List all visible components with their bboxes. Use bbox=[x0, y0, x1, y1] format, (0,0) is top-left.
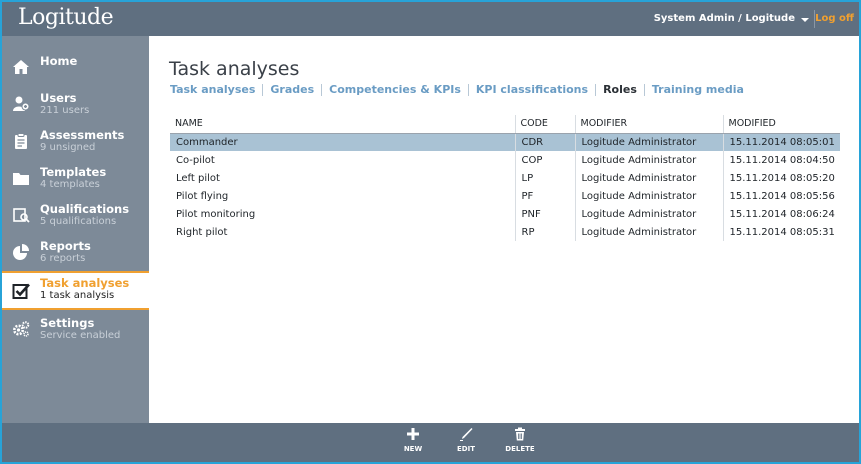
trash-icon bbox=[515, 427, 525, 441]
cell-name: Co-pilot bbox=[176, 154, 215, 166]
cell-name: Pilot flying bbox=[176, 190, 229, 202]
delete-button-label: DELETE bbox=[505, 445, 535, 453]
sidebar-item-count: 5 qualifications bbox=[40, 216, 117, 227]
cell-code: RP bbox=[514, 223, 575, 241]
sidebar-item-qualifications[interactable]: Qualifications 5 qualifications bbox=[2, 198, 149, 235]
tab-training-media[interactable]: Training media bbox=[652, 83, 744, 96]
cell-code: CDR bbox=[514, 133, 575, 151]
tab-competencies-kpis[interactable]: Competencies & KPIs bbox=[329, 83, 461, 96]
cell-modifier: Logitude Administrator bbox=[574, 205, 723, 223]
plus-icon bbox=[407, 428, 419, 440]
tab-grades[interactable]: Grades bbox=[270, 83, 314, 96]
cell-code: LP bbox=[514, 169, 575, 187]
table-header-row: NAME CODE MODIFIER MODIFIED bbox=[170, 115, 840, 134]
clipboard-icon bbox=[15, 133, 27, 149]
sidebar-item-assessments[interactable]: Assessments 9 unsigned bbox=[2, 124, 149, 161]
sidebar-item-label: Home bbox=[40, 54, 78, 68]
table-row[interactable]: Commander CDR Logitude Administrator 15.… bbox=[170, 133, 840, 151]
cell-modifier: Logitude Administrator bbox=[574, 187, 723, 205]
home-icon bbox=[13, 60, 29, 74]
tab-divider bbox=[321, 83, 323, 96]
table-row[interactable]: Pilot flying PF Logitude Administrator 1… bbox=[170, 187, 840, 205]
tab-divider bbox=[595, 83, 597, 96]
cell-modifier: Logitude Administrator bbox=[574, 133, 723, 151]
sidebar-item-status: Service enabled bbox=[40, 330, 121, 341]
cell-code: PNF bbox=[514, 205, 575, 223]
logoff-link[interactable]: Log off bbox=[815, 13, 854, 24]
cell-modifier: Logitude Administrator bbox=[574, 169, 723, 187]
sidebar-item-count: 211 users bbox=[40, 105, 90, 116]
tab-kpi-classifications[interactable]: KPI classifications bbox=[476, 83, 588, 96]
cell-code: PF bbox=[514, 187, 575, 205]
tab-divider bbox=[262, 83, 264, 96]
sidebar-item-label: Task analyses bbox=[40, 276, 130, 290]
chevron-down-icon bbox=[801, 17, 809, 22]
sidebar-item-count: 1 task analysis bbox=[40, 290, 115, 301]
sidebar-item-home[interactable]: Home bbox=[2, 50, 149, 87]
new-button-label: NEW bbox=[403, 445, 423, 453]
qualification-icon bbox=[13, 208, 30, 223]
users-icon bbox=[13, 96, 30, 111]
table-row[interactable]: Right pilot RP Logitude Administrator 15… bbox=[170, 223, 840, 241]
tab-task-analyses[interactable]: Task analyses bbox=[170, 83, 255, 96]
sidebar-item-count: 4 templates bbox=[40, 179, 100, 190]
delete-button[interactable]: DELETE bbox=[500, 427, 540, 453]
tab-divider bbox=[467, 83, 469, 96]
sidebar-item-label: Reports bbox=[40, 239, 91, 253]
cell-modifier: Logitude Administrator bbox=[574, 223, 723, 241]
cell-modified: 15.11.2014 08:04:50 bbox=[722, 151, 840, 169]
column-header-code[interactable]: CODE bbox=[514, 115, 575, 134]
cell-name: Right pilot bbox=[176, 226, 228, 238]
cell-modified: 15.11.2014 08:05:56 bbox=[722, 187, 840, 205]
tab-roles[interactable]: Roles bbox=[603, 83, 637, 96]
sidebar-item-label: Templates bbox=[40, 165, 107, 179]
main-content: Task analyses Task analyses Grades Compe… bbox=[149, 36, 859, 423]
cell-modified: 15.11.2014 08:06:24 bbox=[722, 205, 840, 223]
sidebar-item-reports[interactable]: Reports 6 reports bbox=[2, 235, 149, 272]
sidebar-item-task-analyses[interactable]: Task analyses 1 task analysis bbox=[2, 271, 149, 310]
sidebar-item-label: Settings bbox=[40, 316, 95, 330]
column-header-name[interactable]: NAME bbox=[170, 115, 515, 134]
roles-table: NAME CODE MODIFIER MODIFIED Commander CD… bbox=[170, 115, 840, 241]
action-toolbar: NEW EDIT DELETE bbox=[2, 423, 859, 462]
sidebar-item-label: Assessments bbox=[40, 128, 125, 142]
new-button[interactable]: NEW bbox=[393, 427, 433, 453]
folder-icon bbox=[13, 173, 29, 185]
edit-button[interactable]: EDIT bbox=[446, 427, 486, 453]
cell-modified: 15.11.2014 08:05:20 bbox=[722, 169, 840, 187]
sub-navigation: Task analyses Grades Competencies & KPIs… bbox=[170, 83, 744, 96]
page-title: Task analyses bbox=[169, 58, 300, 80]
checkbox-icon bbox=[12, 283, 30, 299]
sidebar-item-users[interactable]: Users 211 users bbox=[2, 87, 149, 124]
cell-modified: 15.11.2014 08:05:01 bbox=[722, 133, 840, 151]
column-header-modifier[interactable]: MODIFIER bbox=[574, 115, 723, 134]
pen-icon bbox=[460, 428, 473, 441]
sidebar-item-label: Users bbox=[40, 91, 77, 105]
column-header-modified[interactable]: MODIFIED bbox=[722, 115, 840, 134]
table-row[interactable]: Co-pilot COP Logitude Administrator 15.1… bbox=[170, 151, 840, 169]
cell-modifier: Logitude Administrator bbox=[574, 151, 723, 169]
user-name: System Admin / Logitude bbox=[653, 13, 795, 24]
user-menu[interactable]: System Admin / Logitude bbox=[654, 13, 809, 24]
logo: Logitude bbox=[18, 5, 114, 30]
gears-icon bbox=[13, 321, 30, 337]
tab-divider bbox=[643, 83, 645, 96]
sidebar-item-count: 9 unsigned bbox=[40, 142, 96, 153]
sidebar: Home Users 211 users Assessments 9 unsig… bbox=[2, 36, 149, 423]
app-window: Logitude System Admin / Logitude Log off… bbox=[2, 2, 859, 462]
sidebar-item-settings[interactable]: Settings Service enabled bbox=[2, 312, 149, 349]
cell-name: Left pilot bbox=[176, 172, 220, 184]
pie-chart-icon bbox=[13, 244, 29, 260]
table-row[interactable]: Left pilot LP Logitude Administrator 15.… bbox=[170, 169, 840, 187]
table-row[interactable]: Pilot monitoring PNF Logitude Administra… bbox=[170, 205, 840, 223]
sidebar-item-templates[interactable]: Templates 4 templates bbox=[2, 161, 149, 198]
edit-button-label: EDIT bbox=[457, 445, 475, 453]
cell-code: COP bbox=[514, 151, 575, 169]
sidebar-item-label: Qualifications bbox=[40, 202, 130, 216]
cell-name: Pilot monitoring bbox=[176, 208, 256, 220]
sidebar-item-count: 6 reports bbox=[40, 253, 86, 264]
cell-name: Commander bbox=[170, 133, 515, 151]
cell-modified: 15.11.2014 08:05:31 bbox=[722, 223, 840, 241]
header-bar: Logitude System Admin / Logitude Log off bbox=[2, 2, 859, 36]
